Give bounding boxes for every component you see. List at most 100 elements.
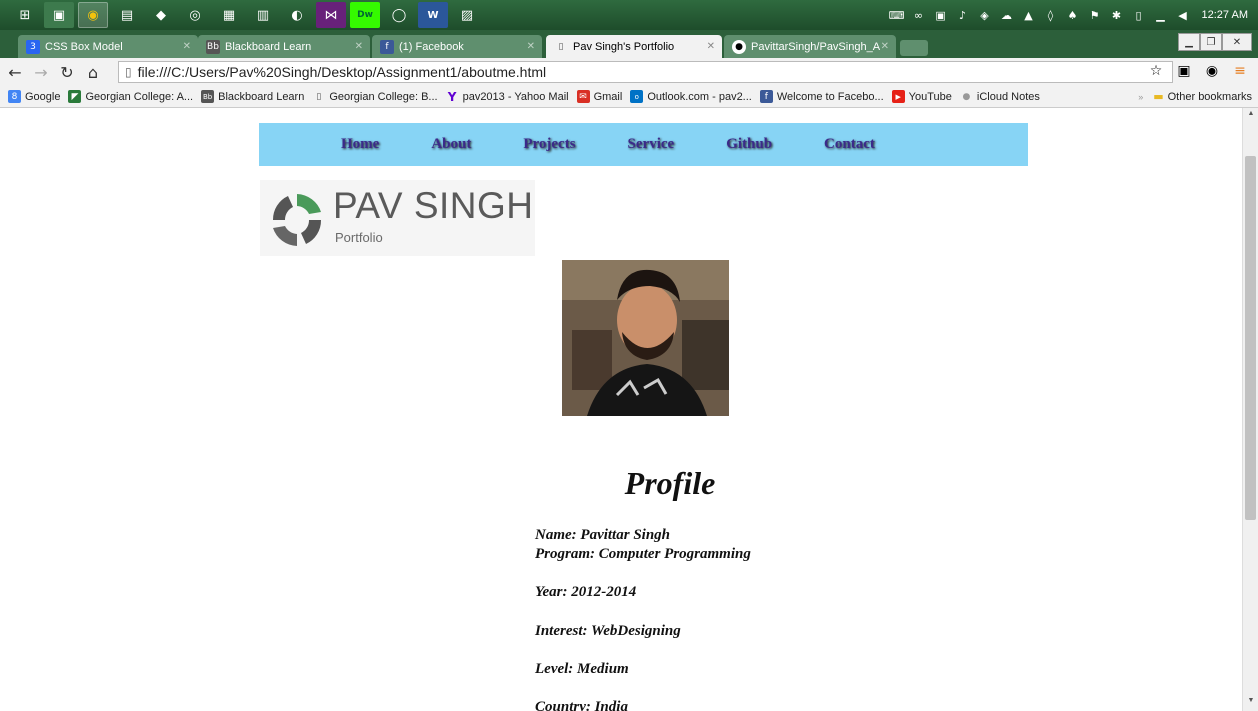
app-tray-icon[interactable]: ▣ bbox=[934, 8, 948, 22]
chrome-icon[interactable]: ◉ bbox=[78, 2, 108, 28]
signal-icon[interactable]: ▁ bbox=[1154, 8, 1168, 22]
new-tab-button[interactable] bbox=[900, 40, 928, 56]
cloud-icon[interactable]: ☁ bbox=[1000, 8, 1014, 22]
tab-label: Pav Singh's Portfolio bbox=[573, 40, 675, 53]
notepad-icon[interactable]: ▤ bbox=[112, 2, 142, 28]
address-bar[interactable]: ▯ file:///C:/Users/Pav%20Singh/Desktop/A… bbox=[118, 61, 1173, 83]
close-window-icon[interactable]: ✕ bbox=[1222, 33, 1252, 51]
app-icon[interactable]: ▨ bbox=[452, 2, 482, 28]
scroll-down-arrow-icon[interactable]: ▼ bbox=[1243, 697, 1258, 709]
profile-year: Year: 2012-2014 bbox=[535, 584, 637, 600]
menu-icon[interactable]: ≡ bbox=[1230, 61, 1250, 81]
bookmark-georgian-college-a[interactable]: ◤ Georgian College: A... bbox=[68, 90, 193, 103]
bookmark-gmail[interactable]: ✉ Gmail bbox=[576, 90, 622, 103]
shield-icon[interactable]: ◊ bbox=[1044, 8, 1058, 22]
home-icon[interactable]: ⌂ bbox=[82, 61, 104, 83]
dreamweaver-icon[interactable]: Dw bbox=[350, 2, 380, 28]
app-icon[interactable]: ◯ bbox=[384, 2, 414, 28]
youtube-icon: ▶ bbox=[891, 90, 905, 103]
folder-icon: ▬ bbox=[1153, 90, 1164, 103]
other-bookmarks[interactable]: » ▬ Other bookmarks bbox=[1138, 90, 1252, 103]
reload-icon[interactable]: ↻ bbox=[56, 61, 78, 83]
page-icon: ▯ bbox=[125, 65, 132, 79]
system-tray: ⌨ ∞ ▣ ♪ ◈ ☁ ▲ ◊ ♠ ⚑ ✱ ▯ ▁ ◀ 12:27 AM bbox=[889, 0, 1258, 30]
infinity-icon[interactable]: ∞ bbox=[912, 8, 926, 22]
app-icon[interactable]: ▥ bbox=[248, 2, 278, 28]
chevron-double-right-icon[interactable]: » bbox=[1138, 92, 1143, 102]
bookmarks-bar: 8 Google ◤ Georgian College: A... Bb Blackb… bbox=[0, 86, 1258, 108]
bookmark-outlook[interactable]: o Outlook.com - pav2... bbox=[630, 90, 752, 103]
restore-icon[interactable]: ❐ bbox=[1200, 33, 1222, 51]
bookmark-label: Georgian College: A... bbox=[85, 90, 194, 103]
minimize-icon[interactable]: ▁ bbox=[1178, 33, 1200, 51]
tab-blackboard-learn[interactable]: Bb Blackboard Learn ✕ bbox=[198, 35, 370, 58]
windows-start-icon[interactable]: ⊞ bbox=[10, 2, 40, 28]
close-icon[interactable]: ✕ bbox=[707, 41, 715, 52]
bookmark-icloud-notes[interactable]: ● iCloud Notes bbox=[960, 90, 1040, 103]
gmail-icon: ✉ bbox=[576, 90, 590, 103]
keyboard-icon[interactable]: ⌨ bbox=[889, 8, 905, 22]
bookmark-label: pav2013 - Yahoo Mail bbox=[462, 90, 569, 103]
scroll-thumb[interactable] bbox=[1245, 156, 1256, 520]
tab-css-box-model[interactable]: 3 CSS Box Model ✕ bbox=[18, 35, 198, 58]
bookmark-label: iCloud Notes bbox=[976, 90, 1040, 103]
extension-icon[interactable]: ▣ bbox=[1174, 61, 1194, 81]
app-icon[interactable]: ◆ bbox=[146, 2, 176, 28]
site-nav-about[interactable]: About bbox=[431, 136, 471, 153]
extension-icon[interactable]: ◉ bbox=[1202, 61, 1222, 81]
windows-taskbar: ⊞ ▣ ◉ ▤ ◆ ◎ ▦ ▥ ◐ ⋈ Dw ◯ W ▨ ⌨ ∞ ▣ ♪ ◈ ☁… bbox=[0, 0, 1258, 30]
tab-github[interactable]: ● PavittarSingh/PavSingh_A ✕ bbox=[724, 35, 896, 58]
app-tray-icon[interactable]: ◈ bbox=[978, 8, 992, 22]
clock[interactable]: 12:27 AM bbox=[1202, 9, 1248, 21]
volume-icon[interactable]: ◀ bbox=[1176, 8, 1190, 22]
site-nav-github[interactable]: Github bbox=[726, 136, 772, 153]
word-icon[interactable]: W bbox=[418, 2, 448, 28]
bookmark-label: Georgian College: B... bbox=[329, 90, 438, 103]
app-icon[interactable]: ▦ bbox=[214, 2, 244, 28]
blackboard-icon: Bb bbox=[201, 90, 215, 103]
site-logo: PAV SINGH Portfolio bbox=[260, 180, 535, 256]
url-text: file:///C:/Users/Pav%20Singh/Desktop/Ass… bbox=[137, 64, 547, 80]
close-icon[interactable]: ✕ bbox=[527, 41, 535, 52]
bluetooth-icon[interactable]: ✱ bbox=[1110, 8, 1124, 22]
yahoo-icon: Y bbox=[447, 89, 457, 104]
apple-icon: ● bbox=[962, 91, 971, 102]
bookmark-georgian-college-b[interactable]: ▯ Georgian College: B... bbox=[312, 90, 437, 103]
star-icon[interactable]: ☆ bbox=[1146, 61, 1166, 81]
close-icon[interactable]: ✕ bbox=[355, 41, 363, 52]
vertical-scrollbar[interactable]: ▲ ▼ bbox=[1242, 108, 1258, 711]
bookmark-youtube[interactable]: ▶ YouTube bbox=[891, 90, 952, 103]
flag-icon[interactable]: ⚑ bbox=[1088, 8, 1102, 22]
google-drive-icon[interactable]: ▲ bbox=[1022, 8, 1036, 22]
bookmark-label: Blackboard Learn bbox=[218, 90, 305, 103]
page-icon: ▯ bbox=[316, 91, 322, 102]
css3-icon: 3 bbox=[26, 39, 40, 54]
profile-level: Level: Medium bbox=[535, 661, 629, 677]
site-nav-service[interactable]: Service bbox=[628, 136, 675, 153]
close-icon[interactable]: ✕ bbox=[881, 41, 889, 52]
page-viewport: Home About Projects Service Github Conta… bbox=[0, 108, 1242, 711]
site-nav-contact[interactable]: Contact bbox=[824, 136, 875, 153]
forward-arrow-icon[interactable]: → bbox=[30, 61, 52, 83]
tab-facebook[interactable]: f (1) Facebook ✕ bbox=[372, 35, 542, 58]
profile-photo bbox=[562, 260, 729, 416]
file-explorer-icon[interactable]: ▣ bbox=[44, 2, 74, 28]
tab-pav-singh-portfolio[interactable]: ▯ Pav Singh's Portfolio ✕ bbox=[546, 35, 722, 58]
back-arrow-icon[interactable]: ← bbox=[4, 61, 26, 83]
battery-icon[interactable]: ▯ bbox=[1132, 8, 1146, 22]
bookmark-label: Outlook.com - pav2... bbox=[647, 90, 752, 103]
app-icon[interactable]: ◐ bbox=[282, 2, 312, 28]
site-nav: Home About Projects Service Github Conta… bbox=[259, 123, 1028, 166]
bookmark-google[interactable]: 8 Google bbox=[8, 90, 60, 103]
app-icon[interactable]: ◎ bbox=[180, 2, 210, 28]
site-nav-home[interactable]: Home bbox=[341, 136, 379, 153]
close-icon[interactable]: ✕ bbox=[183, 41, 191, 52]
bookmark-facebook[interactable]: f Welcome to Facebo... bbox=[759, 90, 884, 103]
site-nav-projects[interactable]: Projects bbox=[523, 136, 575, 153]
bookmark-yahoo-mail[interactable]: Ypav2013 - Yahoo Mail bbox=[446, 89, 569, 104]
visual-studio-icon[interactable]: ⋈ bbox=[316, 2, 346, 28]
scroll-up-arrow-icon[interactable]: ▲ bbox=[1243, 110, 1258, 122]
bell-icon[interactable]: ♪ bbox=[956, 8, 970, 22]
bookmark-blackboard[interactable]: Bb Blackboard Learn bbox=[201, 90, 304, 103]
app-tray-icon[interactable]: ♠ bbox=[1066, 8, 1080, 22]
